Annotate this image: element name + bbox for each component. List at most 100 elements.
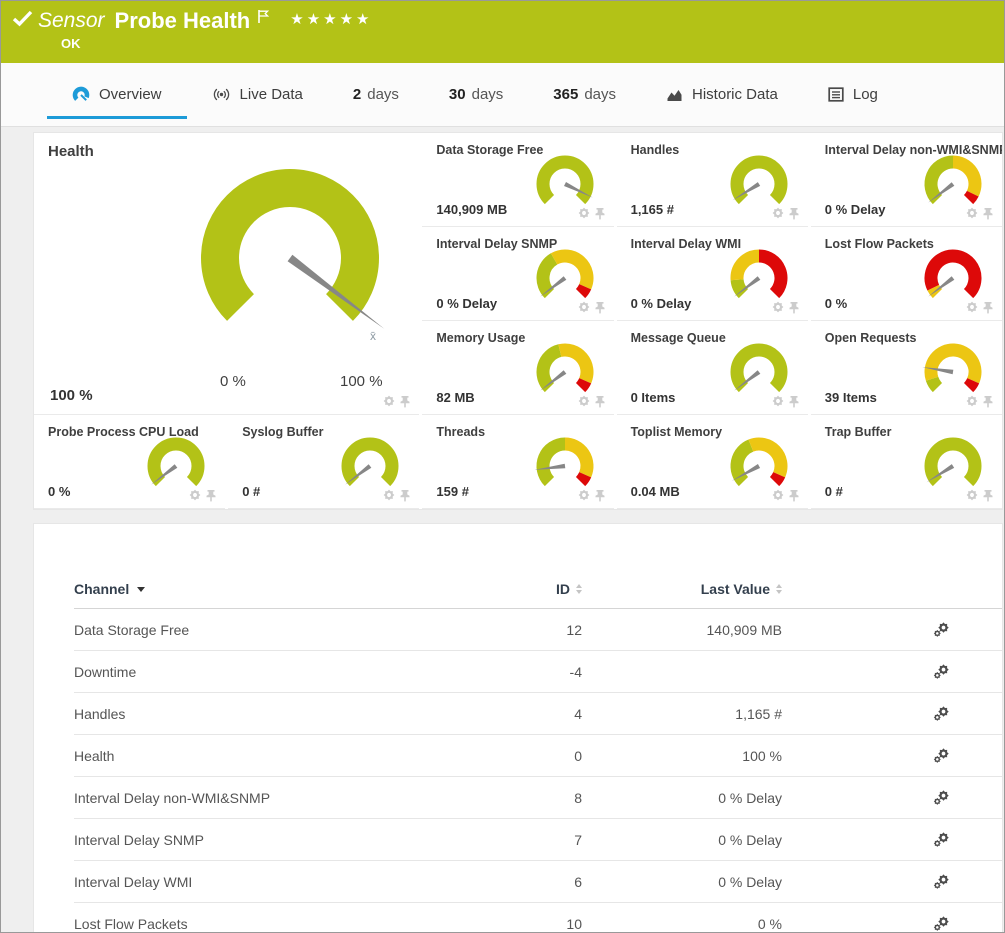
- gear-icon[interactable]: [578, 207, 590, 220]
- table-row-interval-delay-snmp[interactable]: Interval Delay SNMP70 % Delay: [74, 819, 1002, 861]
- channel-id-cell: 8: [504, 790, 582, 806]
- table-row-downtime[interactable]: Downtime-4: [74, 651, 1002, 693]
- gauge-grid: Health 0 % 100 % x̄ 100 % Data Storage F…: [34, 133, 1002, 509]
- gauge-tile-syslog-buffer: Syslog Buffer0 #: [228, 415, 419, 509]
- pin-icon[interactable]: [788, 395, 800, 408]
- gauge-title: Toplist Memory: [631, 425, 722, 439]
- tab-log[interactable]: Log: [803, 63, 903, 126]
- broadcast-icon: [212, 87, 231, 102]
- gauge-value: 39 Items: [825, 390, 877, 405]
- table-row-interval-delay-non-wmi-snmp[interactable]: Interval Delay non-WMI&SNMP80 % Delay: [74, 777, 1002, 819]
- gauge-tile-handles: Handles1,165 #: [617, 133, 808, 227]
- table-row-handles[interactable]: Handles41,165 #: [74, 693, 1002, 735]
- flag-icon[interactable]: [257, 9, 270, 24]
- pin-icon[interactable]: [982, 301, 994, 314]
- row-actions-cell: [782, 706, 1002, 722]
- gear-icon[interactable]: [578, 301, 590, 314]
- channel-name-cell: Interval Delay WMI: [74, 874, 504, 890]
- channel-settings-icon[interactable]: [933, 622, 950, 638]
- gauge-tile-lost-flow-packets: Lost Flow Packets0 %: [811, 227, 1002, 321]
- gear-icon[interactable]: [772, 395, 784, 408]
- average-marker: x̄: [370, 329, 376, 343]
- pin-icon[interactable]: [788, 301, 800, 314]
- pin-icon[interactable]: [788, 489, 800, 502]
- channel-settings-icon[interactable]: [933, 790, 950, 806]
- pin-icon[interactable]: [594, 489, 606, 502]
- gauge-tile-interval-delay-snmp: Interval Delay SNMP0 % Delay: [422, 227, 613, 321]
- last-value-cell: 0 % Delay: [582, 832, 782, 848]
- gear-icon[interactable]: [578, 395, 590, 408]
- gauge-title: Threads: [436, 425, 485, 439]
- pin-icon[interactable]: [982, 489, 994, 502]
- tab-label: Log: [853, 86, 878, 103]
- tab-label: Historic Data: [692, 86, 778, 103]
- column-header-last-value[interactable]: Last Value: [582, 581, 782, 597]
- tile-actions: [772, 207, 800, 220]
- tab-365-days[interactable]: 365days: [528, 63, 641, 126]
- pin-icon[interactable]: [399, 489, 411, 502]
- gear-icon[interactable]: [966, 489, 978, 502]
- channel-settings-icon[interactable]: [933, 664, 950, 680]
- gauge-value: 0.04 MB: [631, 484, 680, 499]
- gauge-tile-threads: Threads159 #: [422, 415, 613, 509]
- pin-icon[interactable]: [399, 395, 411, 408]
- tab-30-days[interactable]: 30days: [424, 63, 528, 126]
- gauge-tile-probe-process-cpu-load: Probe Process CPU Load0 %: [34, 415, 225, 509]
- column-header-channel[interactable]: Channel: [74, 581, 504, 597]
- table-body: Data Storage Free12140,909 MBDowntime-4H…: [74, 609, 1002, 933]
- column-label-channel: Channel: [74, 581, 129, 597]
- gear-icon[interactable]: [383, 395, 395, 408]
- gauge-title: Message Queue: [631, 331, 726, 345]
- gear-icon[interactable]: [189, 489, 201, 502]
- table-header: Channel ID Last Value: [74, 570, 1002, 609]
- gear-icon[interactable]: [578, 489, 590, 502]
- pin-icon[interactable]: [788, 207, 800, 220]
- gear-icon[interactable]: [966, 301, 978, 314]
- tile-actions: [966, 301, 994, 314]
- tab-overview[interactable]: Overview: [47, 63, 187, 126]
- tab-live-data[interactable]: Live Data: [187, 63, 328, 126]
- table-row-data-storage-free[interactable]: Data Storage Free12140,909 MB: [74, 609, 1002, 651]
- tile-actions: [966, 207, 994, 220]
- channel-id-cell: 6: [504, 874, 582, 890]
- tab-bar: OverviewLive Data2days30days365daysHisto…: [1, 63, 1004, 127]
- tab-historic-data[interactable]: Historic Data: [641, 63, 803, 126]
- channel-settings-icon[interactable]: [933, 832, 950, 848]
- column-header-id[interactable]: ID: [504, 581, 582, 597]
- channel-settings-icon[interactable]: [933, 916, 950, 932]
- tab-2-days[interactable]: 2days: [328, 63, 424, 126]
- sort-icon: [776, 584, 782, 594]
- channel-table-card: Channel ID Last Value Data Storage Free1…: [33, 523, 1003, 933]
- tab-label: days: [472, 86, 504, 103]
- gear-icon[interactable]: [966, 395, 978, 408]
- tile-actions: [578, 395, 606, 408]
- pin-icon[interactable]: [205, 489, 217, 502]
- channel-name-cell: Interval Delay non-WMI&SNMP: [74, 790, 504, 806]
- pin-icon[interactable]: [982, 395, 994, 408]
- gear-icon[interactable]: [772, 301, 784, 314]
- channel-settings-icon[interactable]: [933, 748, 950, 764]
- gear-icon[interactable]: [772, 207, 784, 220]
- channel-settings-icon[interactable]: [933, 706, 950, 722]
- pin-icon[interactable]: [594, 207, 606, 220]
- channel-name-cell: Handles: [74, 706, 504, 722]
- last-value-cell: 0 % Delay: [582, 790, 782, 806]
- last-value-cell: 0 %: [582, 916, 782, 932]
- gauge-scale-min: 0 %: [220, 373, 246, 390]
- rating-stars[interactable]: ★★★★★: [290, 10, 372, 28]
- pin-icon[interactable]: [982, 207, 994, 220]
- pin-icon[interactable]: [594, 301, 606, 314]
- table-row-lost-flow-packets[interactable]: Lost Flow Packets100 %: [74, 903, 1002, 933]
- last-value-cell: 100 %: [582, 748, 782, 764]
- gauge-value: 82 MB: [436, 390, 474, 405]
- table-row-health[interactable]: Health0100 %: [74, 735, 1002, 777]
- gauge-value: 0 % Delay: [631, 296, 692, 311]
- gear-icon[interactable]: [966, 207, 978, 220]
- channel-settings-icon[interactable]: [933, 874, 950, 890]
- gear-icon[interactable]: [772, 489, 784, 502]
- pin-icon[interactable]: [594, 395, 606, 408]
- table-row-interval-delay-wmi[interactable]: Interval Delay WMI60 % Delay: [74, 861, 1002, 903]
- gauge-title: Handles: [631, 143, 680, 157]
- gear-icon[interactable]: [383, 489, 395, 502]
- tab-number: 2: [353, 86, 361, 103]
